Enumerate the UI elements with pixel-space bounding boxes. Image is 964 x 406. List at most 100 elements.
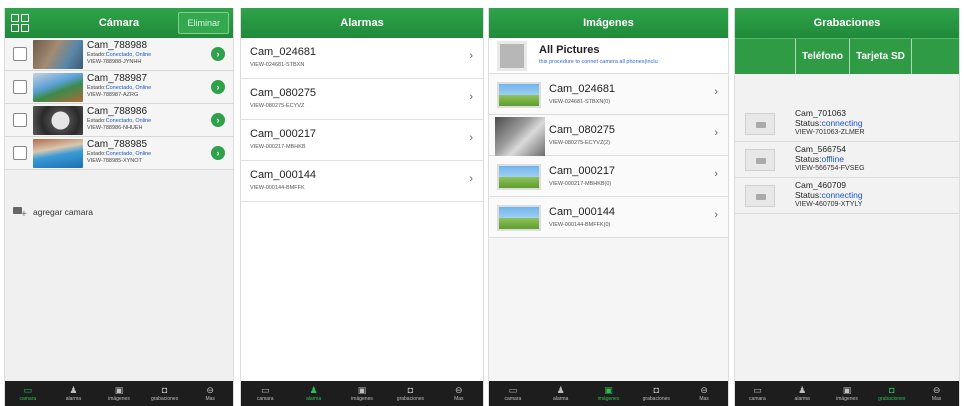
recordings-tabs: Teléfono Tarjeta SD (735, 38, 959, 74)
picture-placeholder-icon (497, 41, 527, 71)
nav-mas[interactable]: ⊖ Mas (435, 381, 483, 406)
nav-mas[interactable]: ⊖ Mas (680, 381, 728, 406)
select-checkbox[interactable] (13, 80, 27, 94)
tab-telefono[interactable]: Teléfono (795, 39, 849, 74)
image-list: All Pictures this procedure to connet ca… (489, 38, 728, 238)
camera-row[interactable]: Cam_788988 Estado:Conectado, Online VIEW… (5, 38, 233, 71)
list-item[interactable]: Cam_024681 VIEW-024681-STBXN(0) › (489, 74, 728, 115)
chevron-right-icon: › (469, 132, 473, 144)
image-camera-name: Cam_024681 (549, 83, 616, 95)
arrow-right-icon[interactable]: › (211, 80, 225, 94)
image-camera-id: VIEW-000144-BMFFK(0) (549, 222, 611, 228)
bell-icon: ♟ (556, 384, 565, 395)
images-header: Imágenes (489, 8, 728, 38)
camera-name: Cam_788985 (87, 139, 148, 150)
alarm-camera-name: Cam_080275 (250, 87, 317, 99)
camera-thumbnail (33, 139, 83, 168)
delete-button[interactable]: Eliminar (178, 12, 229, 34)
nav-alarma[interactable]: ♟ alarma (780, 381, 825, 406)
nav-camara[interactable]: ▭ camara (489, 381, 537, 406)
more-icon: ⊖ (932, 384, 941, 395)
list-item[interactable]: Cam_701063 Status:connecting VIEW-701063… (735, 106, 959, 142)
chevron-right-icon: › (469, 173, 473, 185)
recording-camera-id: VIEW-701063-ZLMER (795, 129, 865, 136)
camera-id: VIEW-788986-NHUEH (87, 125, 143, 131)
list-item[interactable]: Cam_080275 VIEW-080275-ECYVZ(2) › (489, 115, 728, 156)
play-icon: ◘ (407, 384, 414, 395)
nav-alarma[interactable]: ♟ alarma (289, 381, 337, 406)
camera-row[interactable]: Cam_788986 Estado:Conectado, Online VIEW… (5, 104, 233, 137)
list-item[interactable]: Cam_000217 VIEW-000217-MBHKB(0) › (489, 156, 728, 197)
video-camera-icon (745, 185, 775, 207)
list-item[interactable]: Cam_080275 VIEW-080275-ECYVZ › (241, 79, 483, 120)
nav-imagenes[interactable]: ▣ imágenes (96, 381, 142, 406)
camera-thumbnail (33, 73, 83, 102)
select-checkbox[interactable] (13, 113, 27, 127)
bottom-nav: ▭ camara ♟ alarma ▣ imágenes ◘ grabaciones ⊖… (241, 381, 483, 406)
list-item[interactable]: Cam_024681 VIEW-024681-STBXN › (241, 38, 483, 79)
arrow-right-icon[interactable]: › (211, 146, 225, 160)
nav-imagenes[interactable]: ▣ imágenes (338, 381, 386, 406)
recording-camera-name: Cam_701063 (795, 108, 847, 118)
alarm-camera-id: VIEW-000144-BMFFK (250, 185, 305, 191)
recording-status: Status:offline (795, 154, 844, 164)
recording-camera-id: VIEW-460709-XTYLY (795, 201, 863, 208)
all-pictures-title: All Pictures (539, 44, 600, 56)
more-icon: ⊖ (700, 384, 708, 395)
add-camera-button[interactable]: + agregar camara (5, 200, 233, 224)
image-icon: ▣ (604, 384, 613, 395)
nav-camara[interactable]: ▭ camara (5, 381, 51, 406)
camera-name: Cam_788988 (87, 40, 148, 51)
recording-status: Status:connecting (795, 118, 863, 128)
add-camera-icon: + (13, 206, 29, 220)
nav-camara[interactable]: ▭ camara (735, 381, 780, 406)
list-item[interactable]: Cam_566754 Status:offline VIEW-566754-FV… (735, 142, 959, 178)
list-item[interactable]: Cam_000144 VIEW-000144-BMFFK › (241, 161, 483, 202)
alarms-screen: Alarmas Cam_024681 VIEW-024681-STBXN › C… (240, 8, 484, 406)
alarm-camera-id: VIEW-080275-ECYVZ (250, 103, 305, 109)
arrow-right-icon[interactable]: › (211, 47, 225, 61)
camera-row[interactable]: Cam_788985 Estado:Conectado, Online VIEW… (5, 137, 233, 170)
nav-mas[interactable]: ⊖ Mas (914, 381, 959, 406)
all-pictures-item[interactable]: All Pictures this procedure to connet ca… (489, 38, 728, 74)
nav-mas[interactable]: ⊖ Mas (187, 381, 233, 406)
camera-icon: ▭ (23, 384, 33, 395)
camera-row[interactable]: Cam_788987 Estado:Conectado, Online VIEW… (5, 71, 233, 104)
grid-view-icon[interactable] (11, 14, 29, 32)
chevron-right-icon: › (714, 86, 718, 98)
list-item[interactable]: Cam_460709 Status:connecting VIEW-460709… (735, 178, 959, 214)
tab-tarjeta-sd[interactable]: Tarjeta SD (849, 39, 911, 74)
all-pictures-subtitle: this procedure to connet camera all phon… (539, 59, 658, 65)
bottom-nav: ▭ camara ♟ alarma ▣ imágenes ◘ grabaciones ⊖… (5, 381, 233, 406)
landscape-thumbnail-icon (497, 164, 541, 190)
camera-icon: ▭ (753, 384, 762, 395)
more-icon: ⊖ (206, 384, 214, 395)
select-checkbox[interactable] (13, 47, 27, 61)
camera-screen: Cámara Eliminar Cam_788988 Estado:Conect… (4, 8, 234, 406)
nav-grabaciones[interactable]: ◘ grabaciones (869, 381, 914, 406)
bottom-nav: ▭ camara ♟ alarma ▣ imágenes ◘ grabaciones ⊖… (489, 381, 728, 406)
camera-id: VIEW-788985-XYNOT (87, 158, 142, 164)
nav-camara[interactable]: ▭ camara (241, 381, 289, 406)
image-icon: ▣ (842, 384, 852, 395)
arrow-right-icon[interactable]: › (211, 113, 225, 127)
camera-thumbnail (33, 40, 83, 69)
nav-grabaciones[interactable]: ◘ grabaciones (386, 381, 434, 406)
page-title: Cámara (98, 17, 140, 29)
recording-camera-name: Cam_460709 (795, 180, 847, 190)
camera-icon: ▭ (508, 384, 518, 395)
nav-alarma[interactable]: ♟ alarma (51, 381, 97, 406)
list-item[interactable]: Cam_000144 VIEW-000144-BMFFK(0) › (489, 197, 728, 238)
nav-imagenes[interactable]: ▣ imágenes (585, 381, 633, 406)
alarms-header: Alarmas (241, 8, 483, 38)
nav-grabaciones[interactable]: ◘ grabaciones (142, 381, 188, 406)
select-checkbox[interactable] (13, 146, 27, 160)
nav-alarma[interactable]: ♟ alarma (537, 381, 585, 406)
nav-grabaciones[interactable]: ◘ grabaciones (632, 381, 680, 406)
image-camera-name: Cam_080275 (549, 124, 616, 136)
page-title: Imágenes (583, 17, 634, 29)
nav-imagenes[interactable]: ▣ imágenes (825, 381, 870, 406)
image-camera-id: VIEW-080275-ECYVZ(2) (549, 140, 611, 146)
list-item[interactable]: Cam_000217 VIEW-000217-MBHKB › (241, 120, 483, 161)
bottom-nav: ▭ camara ♟ alarma ▣ imágenes ◘ grabaciones ⊖… (735, 381, 959, 406)
